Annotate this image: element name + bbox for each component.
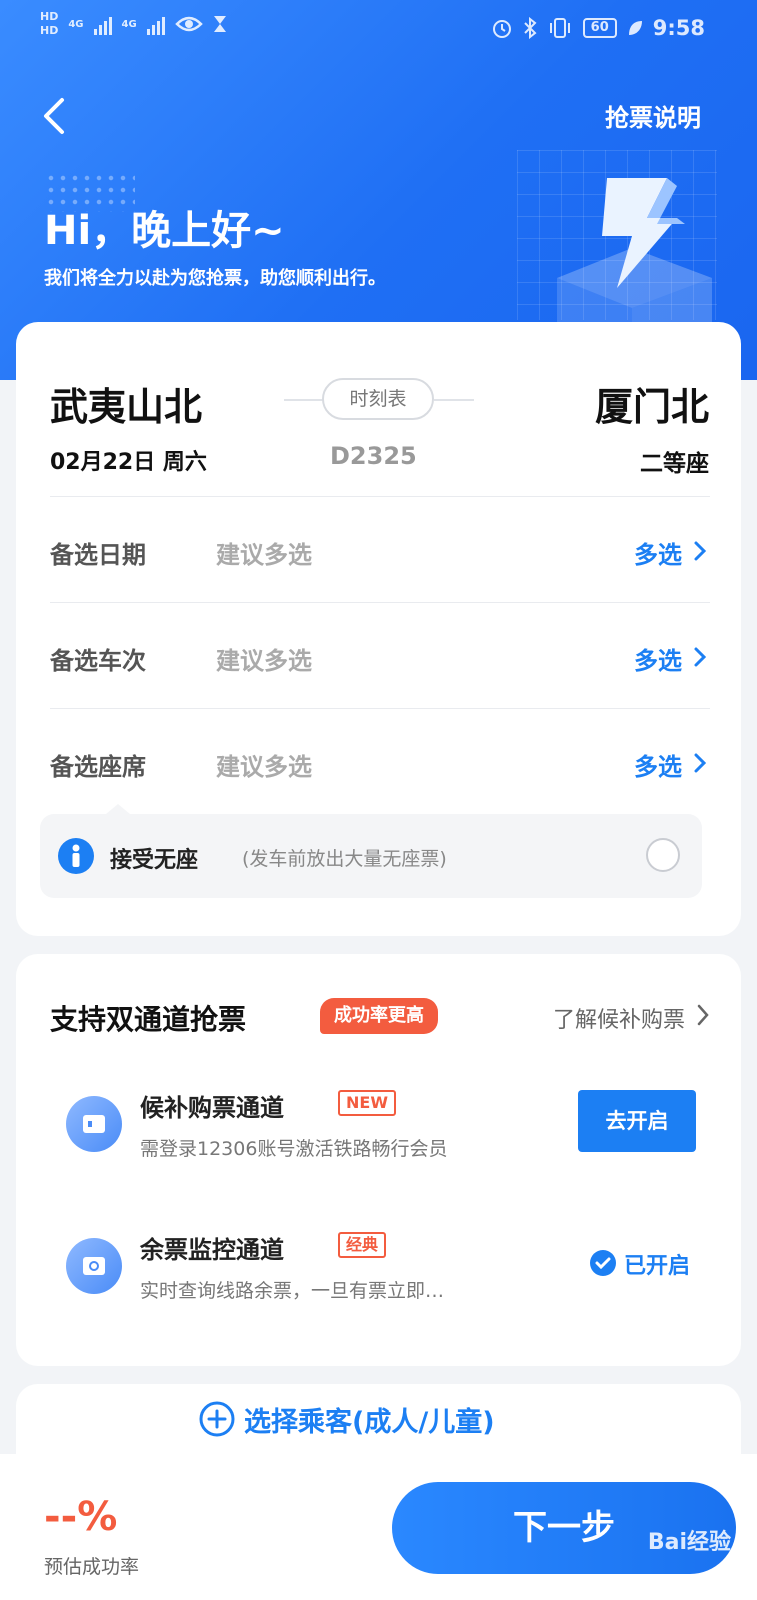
battery-indicator: 60 bbox=[582, 18, 617, 38]
check-circle-icon bbox=[589, 1250, 616, 1276]
departure-station[interactable]: 武夷山北 bbox=[50, 376, 202, 431]
bottom-bar: --% 预估成功率 下一步 Bai经验 bbox=[0, 1454, 757, 1600]
watermark: Bai经验 bbox=[647, 1530, 731, 1555]
vibrate-icon bbox=[549, 18, 570, 38]
add-passenger-button[interactable]: 选择乘客(成人/儿童) bbox=[198, 1400, 495, 1439]
callout-notch bbox=[106, 804, 130, 814]
learn-waitlist-link[interactable]: 了解候补购票 bbox=[553, 1002, 685, 1034]
channels-title: 支持双通道抢票 bbox=[50, 1003, 247, 1036]
plus-circle-icon bbox=[199, 1401, 235, 1437]
channels-card: 支持双通道抢票 成功率更高 了解候补购票 候补购票通道 NEW 需登录12306… bbox=[16, 954, 741, 1366]
channel-name: 候补购票通道 bbox=[140, 1094, 284, 1122]
success-badge: 成功率更高 bbox=[320, 998, 438, 1034]
option-label: 备选座席 bbox=[50, 753, 146, 781]
hourglass-icon bbox=[213, 16, 226, 32]
no-seat-note: (发车前放出大量无座票) bbox=[242, 848, 447, 870]
network-type-2: 4G bbox=[121, 18, 137, 30]
enabled-status: 已开启 bbox=[589, 1248, 690, 1280]
option-row-seats[interactable]: 备选座席 建议多选 多选 bbox=[50, 708, 710, 814]
eye-icon bbox=[174, 16, 203, 32]
enable-waitlist-button[interactable]: 去开启 bbox=[578, 1090, 696, 1152]
arrival-station[interactable]: 厦门北 bbox=[595, 376, 709, 431]
greeting-title: Hi，晚上好~ bbox=[44, 208, 285, 254]
success-rate-label: 预估成功率 bbox=[44, 1556, 140, 1578]
no-seat-title: 接受无座 bbox=[110, 848, 199, 873]
ticket-guide-link[interactable]: 抢票说明 bbox=[605, 98, 701, 133]
divider-line bbox=[434, 399, 474, 401]
clock: 9:58 bbox=[652, 16, 705, 40]
monitor-ticket-icon bbox=[66, 1238, 122, 1294]
channel-desc: 需登录12306账号激活铁路畅行会员 bbox=[140, 1138, 448, 1160]
travel-date[interactable]: 02月22日 周六 bbox=[50, 444, 207, 476]
network-type-1: 4G bbox=[68, 18, 84, 30]
timetable-button[interactable]: 时刻表 bbox=[322, 378, 434, 420]
option-hint: 建议多选 bbox=[216, 541, 312, 569]
classic-tag: 经典 bbox=[338, 1232, 387, 1258]
greeting-subtitle: 我们将全力以赴为您抢票，助您顺利出行。 bbox=[44, 268, 386, 289]
chevron-right-icon bbox=[694, 647, 707, 667]
option-row-dates[interactable]: 备选日期 建议多选 多选 bbox=[50, 496, 710, 602]
accept-no-seat-option[interactable]: 接受无座 (发车前放出大量无座票) bbox=[40, 804, 702, 898]
multi-select-link[interactable]: 多选 bbox=[634, 535, 682, 570]
option-label: 备选车次 bbox=[50, 647, 146, 675]
success-rate-value: --% bbox=[44, 1494, 118, 1540]
option-hint: 建议多选 bbox=[216, 753, 312, 781]
channel-waitlist: 候补购票通道 NEW 需登录12306账号激活铁路畅行会员 去开启 bbox=[66, 1084, 696, 1184]
train-number: D2325 bbox=[330, 442, 417, 470]
back-arrow-icon[interactable] bbox=[38, 96, 70, 136]
option-row-trains[interactable]: 备选车次 建议多选 多选 bbox=[50, 602, 710, 708]
option-label: 备选日期 bbox=[50, 541, 146, 569]
trip-card: 武夷山北 时刻表 厦门北 02月22日 周六 D2325 二等座 备选日期 建议… bbox=[16, 322, 741, 936]
new-tag: NEW bbox=[338, 1090, 396, 1116]
chevron-right-icon bbox=[697, 1004, 709, 1026]
channel-name: 余票监控通道 bbox=[140, 1236, 284, 1264]
option-hint: 建议多选 bbox=[216, 647, 312, 675]
person-info-icon bbox=[58, 838, 94, 874]
leaf-icon bbox=[628, 21, 642, 35]
channel-monitor: 余票监控通道 经典 实时查询线路余票，一旦有票立即… 已开启 bbox=[66, 1226, 696, 1326]
chevron-right-icon bbox=[694, 541, 707, 561]
multi-select-link[interactable]: 多选 bbox=[634, 747, 682, 782]
lightning-illustration-icon bbox=[557, 178, 712, 338]
hd-indicator: HD HD bbox=[40, 10, 59, 37]
no-seat-radio[interactable] bbox=[646, 838, 680, 872]
seat-class[interactable]: 二等座 bbox=[640, 444, 709, 478]
channel-desc: 实时查询线路余票，一旦有票立即… bbox=[140, 1280, 445, 1302]
alarm-icon bbox=[492, 20, 511, 38]
signal-icon bbox=[93, 13, 112, 35]
ticket-icon bbox=[66, 1096, 122, 1152]
bluetooth-icon bbox=[523, 17, 537, 39]
chevron-right-icon bbox=[694, 753, 707, 773]
multi-select-link[interactable]: 多选 bbox=[634, 641, 682, 676]
signal-icon-2 bbox=[146, 13, 165, 35]
status-bar: HD HD 4G 4G 60 9:58 bbox=[0, 0, 757, 66]
divider-line bbox=[284, 399, 324, 401]
